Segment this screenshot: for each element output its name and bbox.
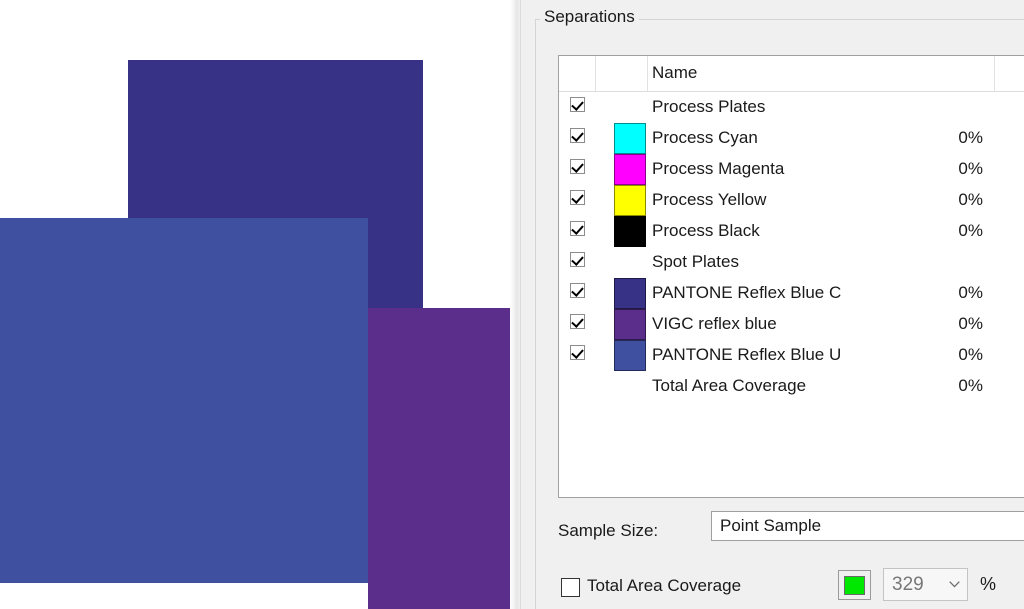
row-checkbox[interactable]: [570, 252, 587, 269]
row-checkbox[interactable]: [570, 283, 587, 300]
row-percent: 0%: [958, 190, 983, 209]
row-name: PANTONE Reflex Blue U: [652, 345, 842, 364]
total-area-coverage-color-button[interactable]: [838, 570, 871, 600]
row-percent: 0%: [958, 376, 983, 395]
color-swatch-icon: [614, 154, 646, 185]
row-checkbox[interactable]: [570, 221, 587, 238]
sample-size-label: Sample Size:: [558, 521, 659, 540]
total-area-coverage-label: Total Area Coverage: [587, 576, 742, 595]
checkmark-icon: [570, 97, 585, 112]
header-column-divider: [595, 56, 596, 91]
row-percent: 0%: [958, 345, 983, 364]
row-percent: 0%: [958, 283, 983, 302]
row-name: Process Yellow: [652, 190, 767, 209]
header-column-divider: [647, 56, 648, 91]
header-column-divider: [994, 56, 995, 91]
color-swatch-icon: [614, 216, 646, 247]
row-name: Spot Plates: [652, 252, 739, 271]
checkmark-icon: [570, 221, 585, 236]
table-row[interactable]: Process Plates: [559, 92, 1024, 123]
checkmark-icon: [570, 345, 585, 360]
color-swatch-icon: [614, 185, 646, 216]
row-checkbox[interactable]: [570, 314, 587, 331]
color-chip-icon: [844, 575, 865, 595]
checkmark-icon: [570, 314, 585, 329]
table-row[interactable]: PANTONE Reflex Blue C 0%: [559, 278, 1024, 309]
checkmark-icon: [570, 283, 585, 298]
row-percent: 0%: [958, 159, 983, 178]
separations-table[interactable]: Name Process Plates Process Cyan 0% Proc…: [558, 55, 1024, 498]
separations-group-title: Separations: [540, 7, 639, 27]
chevron-down-icon[interactable]: [949, 581, 960, 588]
row-name: Process Cyan: [652, 128, 758, 147]
row-name: VIGC reflex blue: [652, 314, 777, 333]
color-swatch-icon: [614, 278, 646, 309]
row-color-swatch[interactable]: [614, 123, 646, 154]
table-row[interactable]: Process Black 0%: [559, 216, 1024, 247]
row-checkbox[interactable]: [570, 97, 587, 114]
row-color-swatch[interactable]: [614, 216, 646, 247]
row-name: Total Area Coverage: [652, 376, 807, 395]
row-color-swatch[interactable]: [614, 185, 646, 216]
row-name: PANTONE Reflex Blue C: [652, 283, 842, 302]
table-header-row: Name: [559, 56, 1024, 92]
row-checkbox[interactable]: [570, 190, 587, 207]
color-swatch-icon: [614, 309, 646, 340]
table-header-name: Name: [652, 63, 698, 82]
table-row-total: Total Area Coverage 0%: [559, 371, 1024, 402]
app-window: Separations Name Process Plates Process …: [0, 0, 1024, 609]
row-name: Process Black: [652, 221, 760, 240]
total-area-coverage-checkbox[interactable]: [561, 578, 580, 597]
checkmark-icon: [570, 159, 585, 174]
canvas-panel-divider: [510, 0, 520, 609]
checkmark-icon: [570, 190, 585, 205]
checkmark-icon: [570, 128, 585, 143]
row-color-swatch[interactable]: [614, 309, 646, 340]
document-canvas[interactable]: [0, 0, 510, 609]
separations-panel: Separations Name Process Plates Process …: [520, 0, 1024, 609]
row-name: Process Plates: [652, 97, 766, 116]
row-checkbox[interactable]: [570, 128, 587, 145]
row-color-swatch[interactable]: [614, 154, 646, 185]
row-color-swatch[interactable]: [614, 340, 646, 371]
row-checkbox[interactable]: [570, 345, 587, 362]
row-percent: 0%: [958, 128, 983, 147]
total-area-coverage-threshold-spinner[interactable]: 329: [883, 568, 968, 601]
color-swatch-icon: [614, 123, 646, 154]
table-row[interactable]: Spot Plates: [559, 247, 1024, 278]
artwork-rect-vigc-reflex-blue[interactable]: [368, 308, 510, 609]
row-color-swatch[interactable]: [614, 278, 646, 309]
artwork-rect-reflex-blue-u[interactable]: [0, 218, 368, 583]
color-swatch-icon: [614, 340, 646, 371]
table-row[interactable]: Process Yellow 0%: [559, 185, 1024, 216]
percent-unit-label: %: [980, 574, 997, 594]
row-percent: 0%: [958, 314, 983, 333]
row-percent: 0%: [958, 221, 983, 240]
row-name: Process Magenta: [652, 159, 785, 178]
threshold-value: 329: [892, 574, 924, 595]
checkmark-icon: [570, 252, 585, 267]
table-row[interactable]: VIGC reflex blue 0%: [559, 309, 1024, 340]
sample-size-combobox[interactable]: Point Sample: [711, 511, 1024, 541]
table-row[interactable]: PANTONE Reflex Blue U 0%: [559, 340, 1024, 371]
row-checkbox[interactable]: [570, 159, 587, 176]
table-row[interactable]: Process Magenta 0%: [559, 154, 1024, 185]
table-row[interactable]: Process Cyan 0%: [559, 123, 1024, 154]
sample-size-value: Point Sample: [720, 516, 822, 535]
